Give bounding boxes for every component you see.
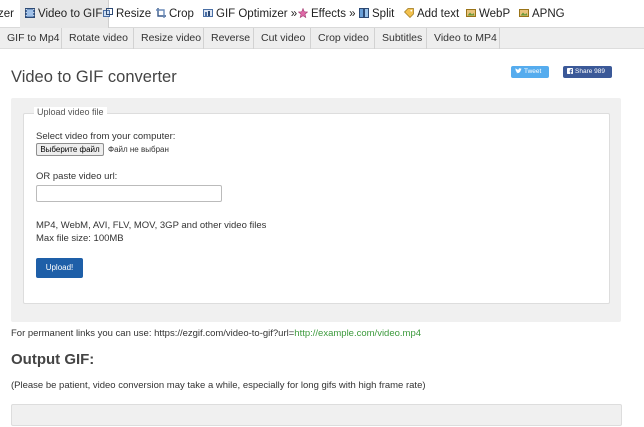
- nav-item-split[interactable]: Split: [359, 0, 394, 28]
- nav-label: Resize: [116, 8, 152, 20]
- nav-item-add-text[interactable]: Add text: [404, 0, 459, 28]
- apng-icon: [519, 1, 529, 17]
- video-url-input[interactable]: [36, 185, 222, 202]
- nav-label: Effects »: [311, 8, 356, 20]
- nav-item-gif-optimizer[interactable]: GIF Optimizer »: [203, 0, 297, 28]
- file-status-text: Файл не выбран: [108, 145, 169, 154]
- split-icon: [359, 1, 369, 18]
- nav-label: APNG: [532, 8, 565, 20]
- sub-navigation: GIF to Mp4 Rotate video Resize video Rev…: [0, 28, 644, 49]
- output-area: [11, 404, 622, 426]
- text-icon: [404, 1, 414, 18]
- nav-item-effects[interactable]: Effects »: [297, 0, 356, 28]
- tab-crop-video[interactable]: Crop video: [311, 28, 375, 49]
- facebook-share-button[interactable]: Share 989: [563, 66, 612, 78]
- upload-button[interactable]: Upload!: [36, 258, 83, 278]
- upload-legend: Upload video file: [34, 107, 107, 117]
- resize-icon: [103, 1, 113, 17]
- select-video-label: Select video from your computer:: [36, 131, 176, 142]
- facebook-share-label: Share 989: [575, 68, 605, 75]
- tab-rotate-video[interactable]: Rotate video: [62, 28, 134, 49]
- film-icon: [25, 1, 35, 18]
- nav-label: GIF Optimizer »: [216, 8, 298, 20]
- tab-reverse[interactable]: Reverse: [204, 28, 254, 49]
- page-title: Video to GIF converter: [11, 68, 177, 86]
- output-title: Output GIF:: [11, 351, 95, 368]
- nav-item-webp[interactable]: WebP: [466, 0, 510, 28]
- tab-video-to-mp4[interactable]: Video to MP4: [427, 28, 500, 49]
- effects-icon: [297, 1, 309, 19]
- tab-gif-to-mp4[interactable]: GIF to Mp4: [0, 28, 62, 49]
- max-file-size-text: Max file size: 100MB: [36, 233, 124, 244]
- tweet-button[interactable]: Tweet: [511, 66, 549, 78]
- nav-item-optimizer-partial[interactable]: zer: [0, 0, 14, 28]
- nav-label: Crop: [169, 8, 194, 20]
- permanent-link-info: For permanent links you can use: https:/…: [11, 328, 421, 339]
- tab-subtitles[interactable]: Subtitles: [375, 28, 427, 49]
- supported-formats-text: MP4, WebM, AVI, FLV, MOV, 3GP and other …: [36, 220, 267, 231]
- nav-label: zer: [0, 8, 14, 20]
- nav-item-resize[interactable]: Resize: [103, 0, 151, 28]
- patience-note: (Please be patient, video conversion may…: [11, 380, 426, 391]
- crop-icon: [156, 1, 166, 18]
- twitter-icon: [515, 66, 522, 78]
- facebook-icon: [567, 66, 573, 78]
- example-url-link[interactable]: http://example.com/video.mp4: [294, 328, 421, 339]
- webp-icon: [466, 1, 476, 17]
- nav-label: Split: [372, 8, 395, 20]
- nav-item-crop[interactable]: Crop: [156, 0, 194, 28]
- nav-label: Video to GIF: [38, 8, 103, 20]
- tweet-label: Tweet: [524, 68, 542, 75]
- nav-item-video-to-gif[interactable]: Video to GIF: [20, 0, 110, 28]
- video-url-label: OR paste video url:: [36, 171, 118, 182]
- optimizer-icon: [203, 1, 213, 17]
- choose-file-button[interactable]: Выберите файл: [36, 143, 104, 156]
- tab-cut-video[interactable]: Cut video: [254, 28, 311, 49]
- permanent-link-prefix: For permanent links you can use: https:/…: [11, 328, 295, 339]
- nav-item-apng[interactable]: APNG: [519, 0, 565, 28]
- nav-label: Add text: [417, 8, 460, 20]
- tab-resize-video[interactable]: Resize video: [134, 28, 204, 49]
- nav-label: WebP: [479, 8, 511, 20]
- top-navigation: zer Video to GIF Resize Crop GIF Optimiz…: [0, 0, 644, 28]
